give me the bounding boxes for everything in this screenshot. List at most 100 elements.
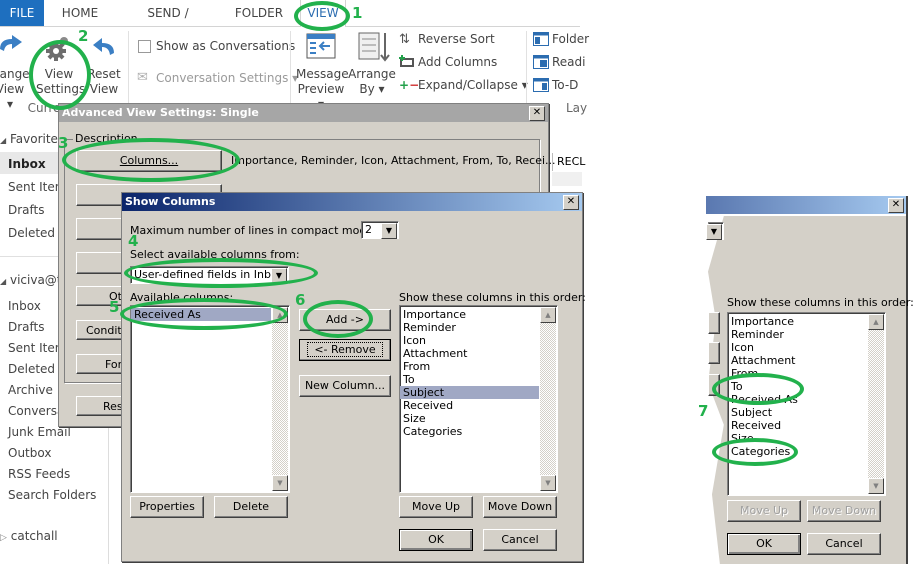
folder-pane-button[interactable]: Folder [552,32,589,47]
tab-view[interactable]: VIEW [300,0,346,27]
list-item[interactable]: Received [728,419,867,432]
remove-button-partial[interactable] [708,342,720,364]
show-as-conversations-label[interactable]: Show as Conversations [156,39,295,54]
list-item[interactable]: Size [400,412,539,425]
column-header-received[interactable]: RECL [557,155,585,168]
scrollbar[interactable]: ▲ ▼ [868,314,884,494]
folder-search-folders[interactable]: Search Folders [8,488,96,502]
show-as-conversations-checkbox[interactable] [138,40,151,53]
close-icon[interactable]: ✕ [563,195,579,210]
arrange-by-button[interactable]: Arrange By ▾ [348,67,396,97]
scroll-up-icon[interactable]: ▲ [540,307,556,323]
new-column-button-partial[interactable] [708,374,720,396]
scroll-down-icon[interactable]: ▼ [540,475,556,491]
annotation-step-2: 2 [78,27,89,45]
move-up-button[interactable]: Move Up [727,500,801,522]
delete-button[interactable]: Delete [214,496,288,518]
change-view-icon [0,35,24,60]
available-columns-list[interactable]: Received As ▲ ▼ [130,305,290,493]
folder-drafts-favorite[interactable]: Drafts [8,203,45,217]
list-item[interactable]: Importance [400,308,539,321]
properties-button[interactable]: Properties [130,496,204,518]
cancel-button[interactable]: Cancel [483,529,557,551]
select-from-dropdown[interactable]: User-defined fields in Inbc ▼ [130,266,289,284]
add-button[interactable]: Add -> [299,309,391,331]
folder-outbox[interactable]: Outbox [8,446,51,460]
remove-button[interactable]: <- Remove [299,339,391,361]
list-item[interactable]: Size [728,432,867,445]
close-icon[interactable]: ✕ [888,198,904,213]
folder-drafts[interactable]: Drafts [8,320,45,334]
account-header[interactable]: ◢ viciva@t [0,273,62,287]
move-down-button[interactable]: Move Down [807,500,881,522]
folder-pane-icon [533,32,549,49]
chevron-down-icon[interactable]: ▼ [381,223,397,239]
scroll-up-icon[interactable]: ▲ [868,314,884,330]
scroll-down-icon[interactable]: ▼ [272,475,288,491]
list-item[interactable]: From [728,367,867,380]
annotation-step-6: 6 [295,291,306,309]
list-item[interactable]: Attachment [400,347,539,360]
list-item[interactable]: Received As [728,393,867,406]
cancel-button[interactable]: Cancel [807,533,881,555]
columns-button[interactable]: Columns... [76,150,222,172]
list-item[interactable]: From [400,360,539,373]
chevron-down-icon[interactable]: ▼ [706,224,722,240]
list-item[interactable]: Categories [400,425,539,438]
list-item[interactable]: Categories [728,445,867,458]
close-icon[interactable]: ✕ [529,106,545,121]
new-column-button[interactable]: New Column... [299,375,391,397]
new-column-button-label: New Column... [304,379,386,392]
tab-home[interactable]: HOME [58,0,102,26]
list-item[interactable]: To [728,380,867,393]
view-settings-button[interactable]: View Settings [36,67,85,97]
conversation-settings-button[interactable]: Conversation Settings ▾ [156,71,298,86]
folder-rss-feeds[interactable]: RSS Feeds [8,467,70,481]
message-preview-label-1: Message [296,67,349,81]
scrollbar[interactable]: ▲ ▼ [540,307,556,491]
move-down-button[interactable]: Move Down [483,496,557,518]
move-down-button-label: Move Down [811,504,877,517]
todo-bar-button[interactable]: To-D [552,78,578,93]
folder-archive[interactable]: Archive [8,383,53,397]
scroll-down-icon[interactable]: ▼ [868,478,884,494]
tab-folder[interactable]: FOLDER [232,0,286,26]
reading-pane-button[interactable]: Readi [552,55,586,70]
favorites-header[interactable]: ◢ Favorites [0,132,64,146]
tab-file[interactable]: FILE [0,0,44,26]
reset-view-button[interactable]: Reset View [86,67,122,97]
select-from-dropdown-partial[interactable]: ▼ [706,222,724,240]
folder-junk-email[interactable]: Junk Email [8,425,71,439]
list-item[interactable]: Reminder [728,328,867,341]
account-catchall[interactable]: ▷ catchall [0,529,58,543]
list-item[interactable]: Reminder [400,321,539,334]
add-button-partial[interactable] [708,312,720,334]
list-item[interactable]: Importance [728,315,867,328]
chevron-down-icon[interactable]: ▼ [271,268,287,284]
layout-group-label: Lay [566,101,588,115]
list-item[interactable]: Attachment [728,354,867,367]
scrollbar[interactable]: ▲ ▼ [272,307,288,491]
ok-button[interactable]: OK [399,529,473,551]
order-columns-list[interactable]: Importance Reminder Icon Attachment From To Re… [727,312,886,496]
folder-inbox-favorite[interactable]: Inbox [8,157,46,171]
list-item[interactable]: To [400,373,539,386]
reverse-sort-button[interactable]: Reverse Sort [418,32,495,47]
add-columns-button[interactable]: Add Columns [418,55,497,70]
list-item[interactable]: Subject [728,406,867,419]
order-columns-list[interactable]: Importance Reminder Icon Attachment From To Su… [399,305,558,493]
list-item[interactable]: Icon [728,341,867,354]
list-item[interactable]: Subject [400,386,539,399]
ok-button[interactable]: OK [727,533,801,555]
max-lines-select[interactable]: 2 ▼ [361,221,399,239]
folder-inbox[interactable]: Inbox [8,299,41,313]
scroll-up-icon[interactable]: ▲ [272,307,288,323]
expand-collapse-button[interactable]: Expand/Collapse ▾ [418,78,528,93]
folder-conversation-history[interactable]: Conversa [8,404,64,418]
tab-send-receive[interactable]: SEND / RECEIVE [120,0,216,46]
list-item[interactable]: Received [400,399,539,412]
move-up-button[interactable]: Move Up [399,496,473,518]
list-item[interactable]: Received As [131,308,271,321]
columns-description: Importance, Reminder, Icon, Attachment, … [231,154,556,167]
list-item[interactable]: Icon [400,334,539,347]
